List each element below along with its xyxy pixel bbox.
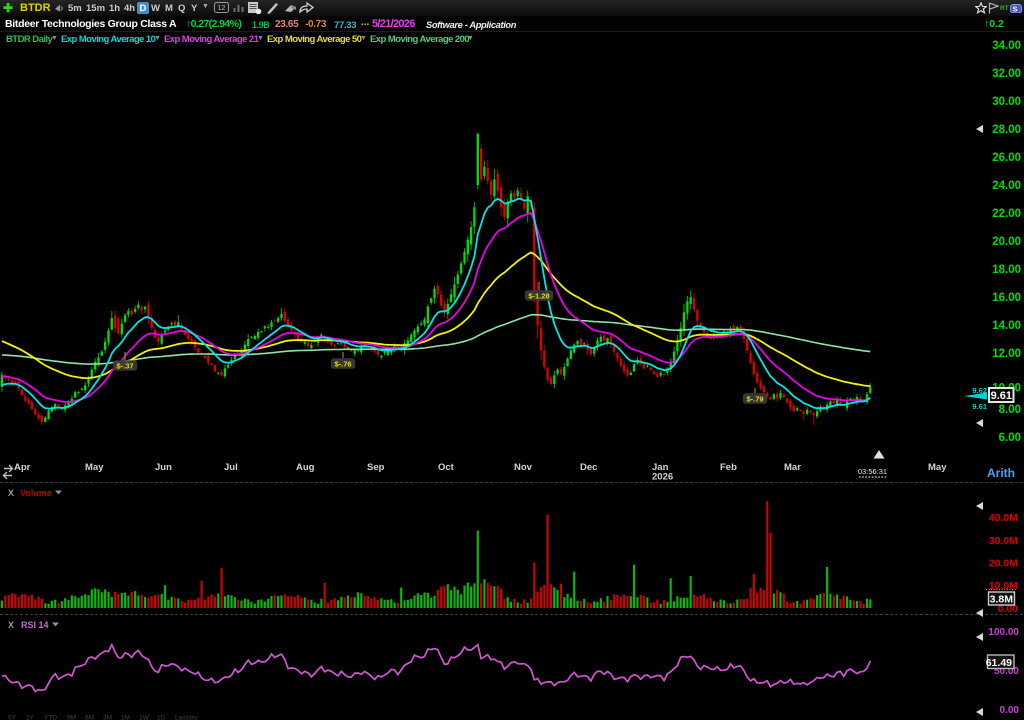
svg-text:14.00: 14.00 [992, 320, 1021, 332]
svg-text:40.0M: 40.0M [989, 512, 1018, 524]
svg-text:6M: 6M [85, 715, 94, 720]
svg-text:1M: 1M [121, 715, 130, 720]
svg-text:28.00: 28.00 [992, 124, 1021, 136]
svg-text:1W: 1W [139, 715, 150, 720]
svg-text:30.0M: 30.0M [989, 535, 1018, 547]
svg-text:9.61: 9.61 [991, 390, 1012, 402]
svg-text:$-.79: $-.79 [746, 394, 763, 403]
svg-text:18.00: 18.00 [992, 264, 1021, 276]
svg-text:May: May [928, 462, 947, 473]
svg-text:Mar: Mar [784, 462, 801, 473]
svg-text:Arith: Arith [987, 466, 1015, 480]
svg-text:X: X [8, 620, 14, 630]
svg-text:Jun: Jun [155, 462, 172, 473]
svg-text:1Y: 1Y [26, 715, 35, 720]
svg-text:0.00: 0.00 [1000, 705, 1020, 716]
svg-text:$-.37: $-.37 [116, 361, 133, 370]
svg-text:61.49: 61.49 [986, 657, 1012, 669]
svg-text:26.00: 26.00 [992, 152, 1021, 164]
svg-text:12.00: 12.00 [992, 348, 1021, 360]
svg-text:X: X [8, 488, 14, 498]
svg-text:Lastday: Lastday [175, 715, 199, 720]
svg-text:20.0M: 20.0M [989, 558, 1018, 570]
svg-text:22.00: 22.00 [992, 208, 1021, 220]
svg-text:12: 12 [218, 5, 226, 12]
svg-text:1D: 1D [157, 715, 166, 720]
svg-text:30.00: 30.00 [992, 96, 1021, 108]
svg-text:Apr: Apr [14, 462, 31, 473]
svg-text:20.00: 20.00 [992, 236, 1021, 248]
svg-text:6.00: 6.00 [999, 432, 1021, 444]
svg-text:9.61: 9.61 [972, 402, 987, 411]
svg-text:Jul: Jul [224, 462, 238, 473]
svg-text:9M: 9M [67, 715, 76, 720]
svg-text:10.0M: 10.0M [989, 580, 1018, 592]
svg-text:Nov: Nov [514, 462, 533, 473]
svg-text:Oct: Oct [438, 462, 455, 473]
svg-text:Dec: Dec [580, 462, 597, 473]
svg-text:3M: 3M [103, 715, 112, 720]
svg-text:YTD: YTD [44, 715, 57, 720]
svg-text:03:56:31: 03:56:31 [858, 467, 887, 476]
svg-text:32.00: 32.00 [992, 68, 1021, 80]
svg-text:Sep: Sep [367, 462, 385, 473]
svg-text:100.00: 100.00 [988, 627, 1019, 638]
svg-text:24.00: 24.00 [992, 180, 1021, 192]
svg-text:$-1.28: $-1.28 [528, 291, 549, 300]
svg-text:16.00: 16.00 [992, 292, 1021, 304]
svg-text:8.00: 8.00 [999, 404, 1021, 416]
svg-text:2026: 2026 [652, 472, 673, 483]
svg-text:3.8M: 3.8M [990, 594, 1014, 606]
svg-text:RSI 14: RSI 14 [21, 620, 49, 630]
svg-text:5Y: 5Y [8, 715, 17, 720]
svg-text:May: May [85, 462, 104, 473]
svg-text:Volume: Volume [20, 488, 52, 498]
svg-text:Aug: Aug [296, 462, 315, 473]
svg-text:$-.76: $-.76 [334, 359, 351, 368]
svg-text:S: S [1012, 4, 1017, 13]
svg-text:Feb: Feb [720, 462, 737, 473]
